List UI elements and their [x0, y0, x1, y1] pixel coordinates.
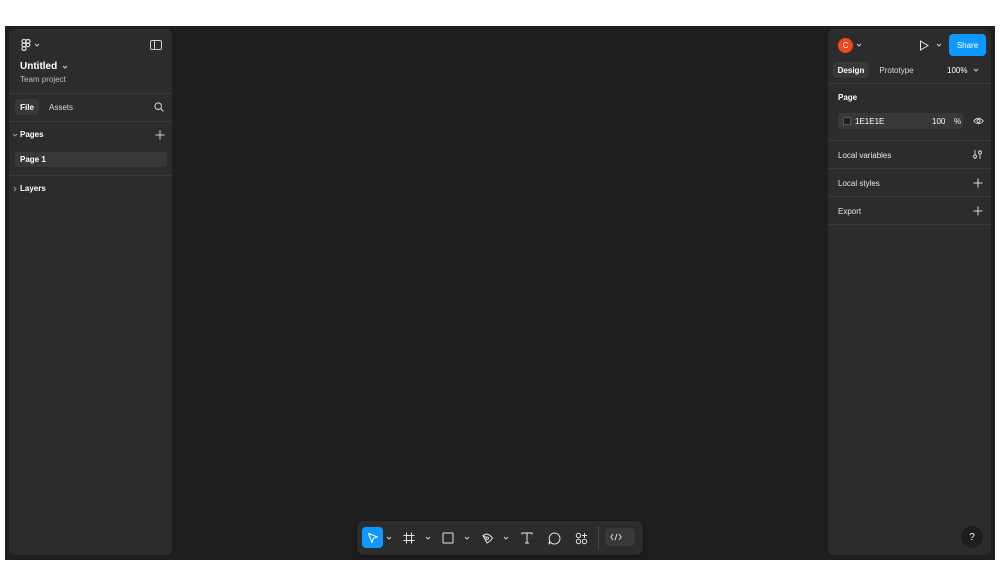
main-menu-button[interactable] — [19, 38, 41, 52]
divider — [828, 224, 991, 225]
chevron-down-icon — [464, 536, 470, 540]
local-styles-label: Local styles — [838, 179, 880, 188]
pen-tool-icon — [481, 532, 494, 545]
export-label: Export — [838, 207, 862, 216]
page-background-field[interactable]: 1E1E1E 100 % — [838, 113, 963, 129]
pages-label: Pages — [20, 130, 44, 139]
layers-label: Layers — [20, 184, 46, 193]
actions-icon — [575, 532, 588, 545]
rectangle-tool-icon — [442, 532, 454, 544]
figma-logo-icon — [20, 39, 31, 51]
frame-tool-icon — [403, 532, 415, 544]
page-item-label: Page 1 — [20, 155, 46, 164]
toggle-ui-button[interactable] — [148, 38, 164, 52]
play-icon — [919, 39, 929, 51]
zoom-dropdown[interactable]: 100% — [947, 63, 979, 77]
move-tool-options[interactable] — [384, 533, 394, 543]
text-tool-button[interactable] — [519, 530, 535, 546]
tab-file[interactable]: File — [15, 99, 39, 115]
chevron-down-icon — [425, 536, 431, 540]
local-variables-row[interactable]: Local variables — [828, 141, 991, 168]
frame-tool-options[interactable] — [423, 533, 433, 543]
plus-icon[interactable] — [973, 178, 983, 188]
pen-tool-button[interactable] — [479, 530, 495, 546]
zoom-value: 100% — [947, 65, 968, 75]
color-swatch[interactable] — [843, 117, 851, 125]
tab-design[interactable]: Design — [833, 62, 869, 78]
chevron-down-icon — [856, 43, 862, 47]
plus-icon[interactable] — [973, 206, 983, 216]
move-tool-button[interactable] — [362, 527, 383, 548]
divider — [9, 175, 172, 176]
pages-section-header[interactable]: Pages — [12, 130, 44, 139]
tab-assets[interactable]: Assets — [43, 99, 79, 115]
chevron-down-icon — [12, 132, 18, 138]
chevron-down-icon — [62, 65, 68, 69]
canvas[interactable] — [176, 26, 824, 560]
left-panel: Untitled Team project File Assets Pages — [9, 29, 172, 555]
sidebar-toggle-icon — [150, 40, 162, 50]
background-opacity-value[interactable]: 100 — [932, 117, 945, 126]
avatar: C — [838, 37, 853, 53]
search-icon — [154, 102, 164, 112]
dev-mode-toggle[interactable] — [605, 528, 635, 546]
help-button[interactable]: ? — [961, 526, 983, 548]
search-button[interactable] — [152, 100, 166, 114]
background-hex-value[interactable]: 1E1E1E — [855, 117, 884, 126]
account-menu-button[interactable]: C — [836, 37, 864, 53]
add-page-button[interactable] — [154, 129, 166, 141]
bottom-toolbar — [357, 521, 643, 555]
chevron-down-icon — [386, 536, 392, 540]
tab-prototype[interactable]: Prototype — [874, 62, 919, 78]
file-title-button[interactable]: Untitled — [20, 61, 68, 72]
shape-tool-button[interactable] — [440, 530, 456, 546]
local-styles-row[interactable]: Local styles — [828, 169, 991, 196]
export-row[interactable]: Export — [828, 197, 991, 224]
dev-mode-icon — [610, 533, 622, 541]
comment-tool-button[interactable] — [546, 530, 562, 546]
actions-button[interactable] — [573, 530, 589, 546]
present-options-button[interactable] — [934, 40, 944, 50]
pen-tool-options[interactable] — [501, 533, 511, 543]
help-label: ? — [969, 531, 975, 543]
divider — [9, 93, 172, 94]
app-window: Untitled Team project File Assets Pages — [5, 26, 995, 560]
move-tool-icon — [367, 532, 379, 544]
chevron-right-icon — [12, 186, 18, 192]
present-button[interactable] — [917, 38, 931, 52]
frame-tool-button[interactable] — [401, 530, 417, 546]
share-button[interactable]: Share — [949, 34, 986, 56]
comment-tool-icon — [548, 532, 561, 545]
layers-section-header[interactable]: Layers — [12, 184, 46, 193]
plus-icon — [155, 130, 165, 140]
file-title: Untitled — [20, 61, 58, 72]
divider — [9, 121, 172, 122]
opacity-unit: % — [954, 117, 962, 126]
chevron-down-icon — [34, 43, 40, 47]
file-subtitle: Team project — [20, 75, 66, 84]
text-tool-icon — [521, 532, 533, 544]
variables-settings-icon[interactable] — [972, 149, 983, 160]
local-variables-label: Local variables — [838, 151, 892, 160]
toolbar-divider — [598, 526, 599, 550]
shape-tool-options[interactable] — [462, 533, 472, 543]
right-panel: C Share Design Prototype 100% Page 1E1E1… — [828, 29, 991, 555]
page-section-title: Page — [838, 93, 858, 102]
avatar-initial: C — [842, 40, 849, 50]
chevron-down-icon — [503, 536, 509, 540]
divider — [828, 83, 991, 84]
eye-icon — [972, 117, 984, 125]
chevron-down-icon — [973, 68, 979, 72]
visibility-toggle[interactable] — [971, 115, 985, 127]
chevron-down-icon — [936, 43, 942, 47]
page-list-item[interactable]: Page 1 — [15, 152, 167, 167]
